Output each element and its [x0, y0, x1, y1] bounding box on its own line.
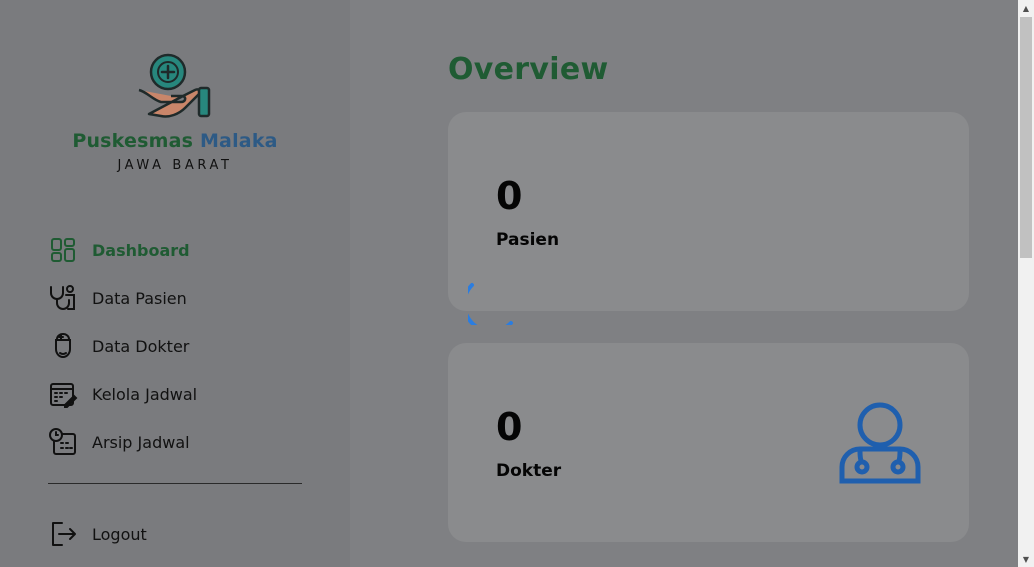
loading-spinner — [468, 283, 513, 325]
sidebar-item-data-pasien[interactable]: Data Pasien — [48, 274, 308, 322]
calendar-clock-icon — [48, 427, 78, 457]
sidebar-divider — [48, 483, 302, 484]
stat-card-pasien: 0 Pasien — [448, 112, 969, 311]
sidebar-item-label: Data Dokter — [92, 336, 190, 356]
sidebar-item-arsip-jadwal[interactable]: Arsip Jadwal — [48, 418, 308, 466]
hand-plus-logo-icon — [138, 53, 211, 118]
logout-button[interactable]: Logout — [48, 510, 147, 558]
sidebar-item-label: Arsip Jadwal — [92, 432, 190, 452]
sidebar: Puskesmas Malaka JAWA BARAT Dashboard Da… — [0, 0, 350, 567]
brand-region: JAWA BARAT — [117, 158, 233, 173]
sidebar-item-label: Kelola Jadwal — [92, 384, 198, 404]
sidebar-item-data-dokter[interactable]: Data Dokter — [48, 322, 308, 370]
sidebar-nav: Dashboard Data Pasien Data Dokter Kelola… — [48, 226, 308, 466]
sidebar-item-dashboard[interactable]: Dashboard — [48, 226, 308, 274]
stat-card-dokter: 0 Dokter — [448, 343, 969, 542]
brand-name-part1: Puskesmas — [72, 130, 194, 152]
sidebar-item-label: Data Pasien — [92, 288, 187, 308]
scroll-thumb[interactable] — [1020, 17, 1032, 258]
scroll-up-arrow-icon[interactable]: ▲ — [1018, 0, 1034, 16]
logout-label: Logout — [92, 524, 147, 544]
sidebar-item-label: Dashboard — [92, 240, 190, 260]
logout-icon — [48, 519, 78, 549]
doctor-head-icon — [48, 331, 78, 361]
sidebar-item-kelola-jadwal[interactable]: Kelola Jadwal — [48, 370, 308, 418]
stethoscope-icon — [48, 283, 78, 313]
brand-name: Puskesmas Malaka — [0, 130, 350, 152]
page-title: Overview — [448, 52, 609, 87]
stat-label: Pasien — [496, 230, 560, 250]
doctor-icon — [839, 402, 921, 484]
dashboard-grid-icon — [48, 235, 78, 265]
brand-name-part2: Malaka — [199, 130, 278, 152]
stat-value: 0 — [496, 405, 523, 449]
stat-value: 0 — [496, 174, 523, 218]
scroll-down-arrow-icon[interactable]: ▼ — [1018, 551, 1034, 567]
brand-logo: Puskesmas Malaka JAWA BARAT — [0, 52, 350, 173]
vertical-scrollbar[interactable]: ▲ ▼ — [1018, 0, 1034, 567]
calendar-edit-icon — [48, 379, 78, 409]
stat-label: Dokter — [496, 461, 562, 481]
